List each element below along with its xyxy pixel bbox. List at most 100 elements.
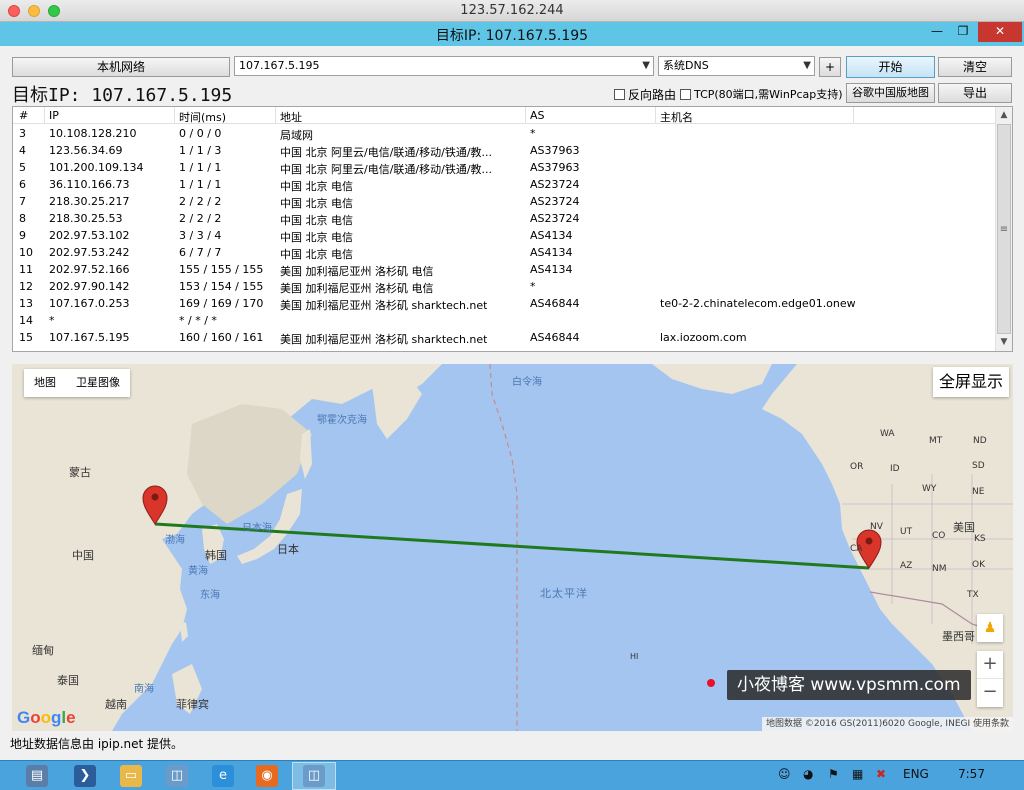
table-row[interactable]: 8 218.30.25.53 2 / 2 / 2 中国 北京 电信 AS23724 [13,210,995,227]
zoom-in-button[interactable]: + [977,651,1003,679]
fullscreen-button[interactable]: 全屏显示 [932,367,1009,397]
powershell-icon[interactable]: ❯ [74,765,96,787]
file-explorer-icon[interactable]: ▭ [120,765,142,787]
add-dns-button[interactable]: + [819,57,841,77]
status-bar-text: 地址数据信息由 ipip.net 提供。 [10,737,184,751]
table-row[interactable]: 10 202.97.53.242 6 / 7 / 7 中国 北京 电信 AS4134 [13,244,995,261]
label-wa: WA [880,429,895,439]
restore-button[interactable]: ❐ [950,22,976,42]
flag-tray-icon[interactable]: ⚑ [828,767,839,781]
label-mt: MT [929,436,943,446]
export-button[interactable]: 导出 [938,83,1012,103]
label-philippines: 菲律宾 [176,698,209,711]
taskbar: ▤ ❯ ▭ ◫ e ◉ ◫ ☺ ◕ ⚑ ▦ ✖ ENG 7:57 [0,760,1024,790]
scroll-thumb[interactable]: ≡ [997,124,1011,334]
table-cell: 1 / 1 / 1 [179,178,222,191]
col-header-hostname[interactable]: 主机名 [660,109,693,125]
table-row[interactable]: 11 202.97.52.166 155 / 155 / 155 美国 加利福尼亚州 … [13,261,995,278]
table-cell: 160 / 160 / 161 [179,331,264,344]
table-cell: 107.167.5.195 [49,331,130,344]
user-tray-icon[interactable]: ☺ [778,767,791,781]
table-cell: 1 / 1 / 3 [179,144,222,157]
table-cell: 9 [19,229,26,242]
table-cell: 169 / 169 / 170 [179,297,264,310]
close-button[interactable]: ✕ [978,22,1022,42]
col-header-num[interactable]: # [19,109,28,122]
label-korea: 韩国 [205,549,227,562]
map-attribution[interactable]: 地图数据 ©2016 GS(2011)6020 Google, INEGI 使用… [761,717,1013,731]
table-cell: 202.97.53.102 [49,229,130,242]
col-header-ip[interactable]: IP [49,109,59,122]
table-row[interactable]: 5 101.200.109.134 1 / 1 / 1 中国 北京 阿里云/电信/联通… [13,159,995,176]
col-header-time[interactable]: 时间(ms) [179,109,226,125]
scroll-up-icon[interactable]: ▲ [996,107,1012,124]
target-input[interactable]: 107.167.5.195 ▼ [234,56,654,76]
scroll-down-icon[interactable]: ▼ [996,334,1012,351]
language-indicator[interactable]: ENG [903,767,929,781]
network-tray-icon[interactable]: ▦ [852,767,863,781]
table-cell: AS23724 [530,195,580,208]
table-cell: 3 [19,127,26,140]
table-cell: 3 / 3 / 4 [179,229,222,242]
route-map[interactable]: 蒙古 中国 韩国 日本 缅甸 泰国 越南 菲律宾 美国 墨西哥 WA MT ND… [12,364,1013,731]
label-mexico: 墨西哥 [942,630,975,643]
table-cell: 4 [19,144,26,157]
clear-button[interactable]: 清空 [938,57,1012,77]
table-cell: 中国 北京 阿里云/电信/联通/移动/铁通/教... [280,163,493,176]
label-id: ID [890,464,900,474]
google-china-map-button[interactable]: 谷歌中国版地图 [846,83,935,103]
minimize-button[interactable]: — [924,22,950,42]
table-cell: 10 [19,246,33,259]
table-cell: 中国 北京 电信 [280,248,353,261]
table-scrollbar[interactable]: ▲ ≡ ▼ [995,107,1012,351]
traceroute-app-icon[interactable]: ◫ [303,765,325,787]
watermark-dot [707,679,715,687]
volume-muted-icon[interactable]: ✖ [876,767,886,781]
internet-explorer-icon[interactable]: e [212,765,234,787]
label-ut: UT [900,527,913,537]
table-row[interactable]: 6 36.110.166.73 1 / 1 / 1 中国 北京 电信 AS23724 [13,176,995,193]
dns-select[interactable]: 系统DNS ▼ [658,56,815,76]
table-row[interactable]: 9 202.97.53.102 3 / 3 / 4 中国 北京 电信 AS4134 [13,227,995,244]
col-header-address[interactable]: 地址 [280,109,302,125]
table-row[interactable]: 4 123.56.34.69 1 / 1 / 3 中国 北京 阿里云/电信/联通/移动… [13,142,995,159]
target-input-value: 107.167.5.195 [239,59,320,72]
table-row[interactable]: 14 * * / * / * [13,312,995,329]
table-header: # IP 时间(ms) 地址 AS 主机名 [13,107,995,124]
col-header-as[interactable]: AS [530,109,545,122]
table-cell: AS46844 [530,297,580,310]
table-cell: AS37963 [530,144,580,157]
qq-tray-icon[interactable]: ◕ [803,767,813,781]
label-bering-sea: 白令海 [512,377,542,388]
map-type-satellite[interactable]: 卫星图像 [66,369,130,397]
pegman-icon[interactable]: ♟ [977,614,1003,642]
label-japan: 日本 [277,543,299,556]
table-cell: 美国 加利福尼亚州 洛杉矶 电信 [280,282,434,295]
tcp-checkbox[interactable]: TCP(80端口,需WinPcap支持) [680,86,843,102]
zoom-out-button[interactable]: − [977,679,1003,707]
map-type-map[interactable]: 地图 [24,369,66,397]
table-row[interactable]: 13 107.167.0.253 169 / 169 / 170 美国 加利福尼亚州 … [13,295,995,312]
map-type-control: 地图 卫星图像 [24,369,130,397]
table-cell: 202.97.90.142 [49,280,130,293]
table-cell: 中国 北京 阿里云/电信/联通/移动/铁通/教... [280,146,493,159]
firefox-icon[interactable]: ◉ [256,765,278,787]
table-cell: te0-2-2.chinatelecom.edge01.onewil... [660,297,855,310]
table-row[interactable]: 3 10.108.128.210 0 / 0 / 0 局域网 * [13,125,995,142]
table-row[interactable]: 12 202.97.90.142 153 / 154 / 155 美国 加利福尼亚州 … [13,278,995,295]
server-manager-icon[interactable]: ▤ [26,765,48,787]
clock[interactable]: 7:57 [958,767,985,781]
hops-table[interactable]: # IP 时间(ms) 地址 AS 主机名 3 10.108.128.210 0 /… [12,106,1013,352]
label-vietnam: 越南 [105,698,127,711]
start-button[interactable]: 开始 [846,56,935,78]
watermark-label: 小夜博客 www.vpsmm.com [727,670,971,700]
table-row[interactable]: 15 107.167.5.195 160 / 160 / 161 美国 加利福尼亚州 … [13,329,995,346]
table-cell: AS4134 [530,246,573,259]
table-cell: AS23724 [530,178,580,191]
reverse-route-checkbox[interactable]: 反向路由 [614,86,676,103]
local-network-button[interactable]: 本机网络 [12,57,230,77]
network-tool-icon[interactable]: ◫ [166,765,188,787]
table-row[interactable]: 7 218.30.25.217 2 / 2 / 2 中国 北京 电信 AS23724 [13,193,995,210]
table-cell: 中国 北京 电信 [280,231,353,244]
label-ok: OK [972,560,985,570]
